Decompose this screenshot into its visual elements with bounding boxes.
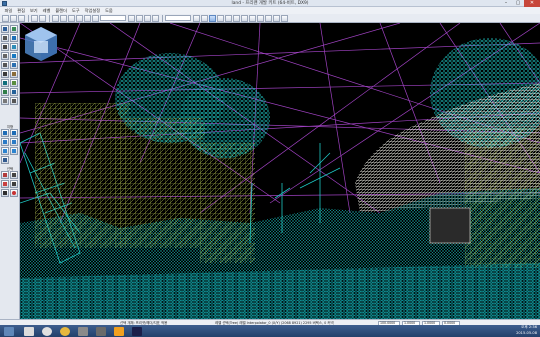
palette-vegetation-icon[interactable] xyxy=(1,61,9,69)
material-icon[interactable] xyxy=(249,14,256,22)
palette-volume-icon[interactable] xyxy=(10,70,18,78)
minimize-button[interactable]: – xyxy=(500,0,512,7)
palette-terrain-tex-icon[interactable] xyxy=(1,138,9,146)
title-bar: land - 프리랜 개발 키트 (64-비트, DX9) – ▢ ✕ xyxy=(0,0,540,7)
palette-rope-icon[interactable] xyxy=(10,88,18,96)
palette-terrain-paint-icon[interactable] xyxy=(10,129,18,137)
snap-dropdown[interactable] xyxy=(165,15,191,21)
start-icon[interactable] xyxy=(4,326,14,336)
unlink-icon[interactable] xyxy=(60,14,67,22)
palette-record-icon[interactable] xyxy=(10,189,18,197)
open-icon[interactable] xyxy=(10,14,17,22)
snap-angle-icon[interactable] xyxy=(201,14,208,22)
close-button[interactable]: ✕ xyxy=(524,0,540,7)
menu-edit[interactable]: 편집 xyxy=(15,7,28,14)
app-icon-2[interactable] xyxy=(96,326,106,336)
palette-area-icon[interactable] xyxy=(10,61,18,69)
menu-help[interactable]: 도움 xyxy=(103,7,116,14)
palette-terrain-sky-icon[interactable] xyxy=(10,147,18,155)
tree-crown-cyan-2 xyxy=(180,78,270,158)
menu-bar: 파일 편집 보기 레벨 블렌더 도구 작업설정 도움 xyxy=(0,7,540,14)
palette-hide-icon[interactable] xyxy=(1,180,9,188)
palette-group-icon[interactable] xyxy=(10,171,18,179)
window-title: land - 프리랜 개발 키트 (64-비트, DX9) xyxy=(231,1,309,6)
palette-shape-icon[interactable] xyxy=(1,70,9,78)
maximize-button[interactable]: ▢ xyxy=(512,0,524,7)
menu-view[interactable]: 보기 xyxy=(27,7,40,14)
explorer-icon[interactable] xyxy=(24,326,34,336)
game-mode-icon[interactable] xyxy=(241,14,248,22)
new-icon[interactable] xyxy=(2,14,9,22)
menu-level[interactable]: 레벨 xyxy=(40,7,53,14)
camera-icon[interactable] xyxy=(225,14,232,22)
menu-blender[interactable]: 블렌더 xyxy=(53,7,70,14)
tray-clock[interactable]: 오후 2:36 2015-05-08 xyxy=(516,325,537,336)
coordinate-dropdown[interactable] xyxy=(100,15,126,21)
palette-layer-icon[interactable] xyxy=(1,171,9,179)
palette-select-icon[interactable] xyxy=(1,25,9,33)
palette-terrain-edit-icon[interactable] xyxy=(1,129,9,137)
palette-sound-icon[interactable] xyxy=(10,43,18,51)
menu-tools[interactable]: 도구 xyxy=(69,7,82,14)
palette-cloud-icon[interactable] xyxy=(10,79,18,87)
clock-date: 2015-05-08 xyxy=(516,330,537,335)
palette-entity-icon[interactable] xyxy=(10,25,18,33)
select-icon[interactable] xyxy=(68,14,75,22)
toolbar-divider xyxy=(162,14,163,22)
console-icon[interactable] xyxy=(281,14,288,22)
app-icon-1[interactable] xyxy=(78,326,88,336)
chrome-icon[interactable] xyxy=(60,326,70,336)
palette-ai-icon[interactable] xyxy=(10,97,18,105)
palette-river-icon[interactable] xyxy=(10,52,18,60)
palette-prefab-icon[interactable] xyxy=(10,34,18,42)
palette-terrain-water-icon[interactable] xyxy=(1,147,9,155)
photoshop-icon[interactable] xyxy=(132,326,142,336)
palette-terrain-hole-icon[interactable] xyxy=(10,138,18,146)
redo-icon[interactable] xyxy=(39,14,46,22)
palette-terrain-lighting-icon[interactable] xyxy=(1,156,9,164)
scale-icon[interactable] xyxy=(92,14,99,22)
palette-particle-icon[interactable] xyxy=(1,88,9,96)
menu-workspace[interactable]: 작업설정 xyxy=(82,7,102,14)
database-icon[interactable] xyxy=(273,14,280,22)
perspective-viewport[interactable] xyxy=(20,23,540,319)
hut-structure xyxy=(429,207,471,244)
axis-y-icon[interactable] xyxy=(136,14,143,22)
palette-road-icon[interactable] xyxy=(1,52,9,60)
save-icon[interactable] xyxy=(18,14,25,22)
window-controls: – ▢ ✕ xyxy=(500,0,540,7)
terrain-icon[interactable] xyxy=(217,14,224,22)
snap-grid-icon[interactable] xyxy=(193,14,200,22)
main-toolbar xyxy=(0,14,540,23)
move-icon[interactable] xyxy=(76,14,83,22)
folder-icon[interactable] xyxy=(114,326,124,336)
script-icon[interactable] xyxy=(257,14,264,22)
windows-taskbar: 오후 2:36 2015-05-08 xyxy=(0,325,540,337)
physics-icon[interactable] xyxy=(233,14,240,22)
toolbar-divider xyxy=(49,14,50,22)
navigation-gizmo-icon[interactable] xyxy=(20,23,62,65)
palette-goto-icon[interactable] xyxy=(1,189,9,197)
palette-solid-icon[interactable] xyxy=(1,97,9,105)
rotate-icon[interactable] xyxy=(84,14,91,22)
axis-xy-icon[interactable] xyxy=(152,14,159,22)
axis-z-icon[interactable] xyxy=(144,14,151,22)
wireframe-toggle-icon[interactable] xyxy=(209,14,216,22)
wireframe-scene xyxy=(20,23,540,319)
palette-light-icon[interactable] xyxy=(1,43,9,51)
track-icon[interactable] xyxy=(265,14,272,22)
link-icon[interactable] xyxy=(52,14,59,22)
palette-freeze-icon[interactable] xyxy=(10,180,18,188)
media-player-icon[interactable] xyxy=(42,326,52,336)
axis-x-icon[interactable] xyxy=(128,14,135,22)
palette-decal-icon[interactable] xyxy=(1,79,9,87)
palette-brush-icon[interactable] xyxy=(1,34,9,42)
left-tool-palette: 지형 선택 xyxy=(0,23,20,319)
toolbar-divider xyxy=(28,14,29,22)
menu-file[interactable]: 파일 xyxy=(2,7,15,14)
undo-icon[interactable] xyxy=(31,14,38,22)
